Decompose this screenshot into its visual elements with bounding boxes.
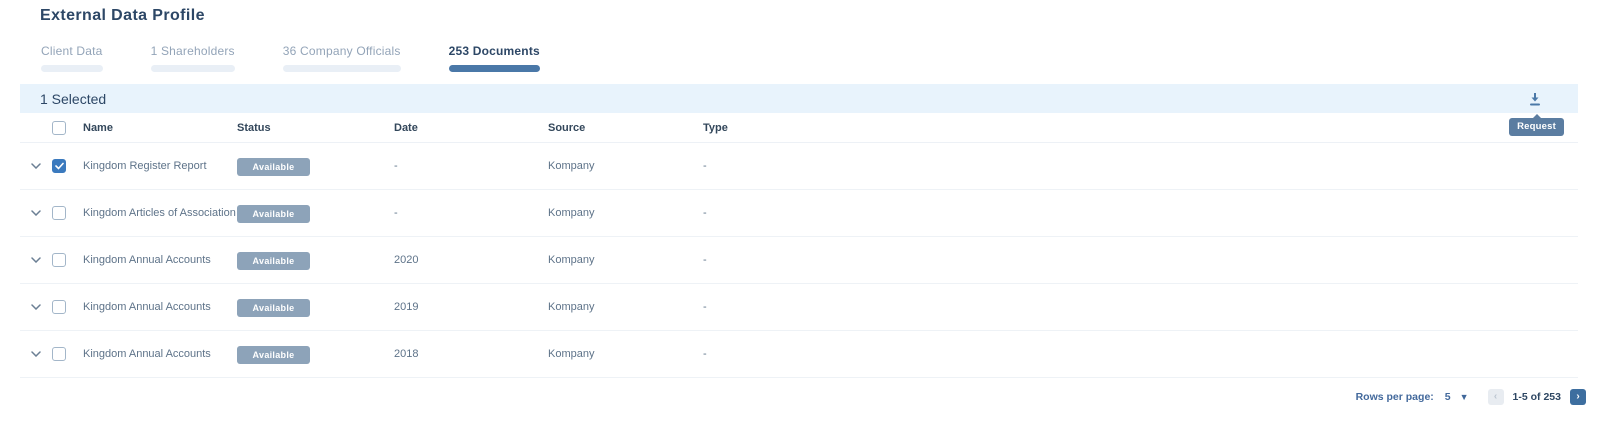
row-checkbox[interactable] [52,253,66,267]
row-checkbox[interactable] [52,206,66,220]
tab-shareholders[interactable]: 1 Shareholders [133,44,253,72]
column-header-type: Type [703,122,1578,134]
row-expand-button[interactable] [20,257,52,263]
select-all-checkbox[interactable] [52,121,66,135]
document-date: 2018 [394,348,548,360]
document-date: 2020 [394,254,548,266]
status-cell: Available [237,157,394,176]
page-title: External Data Profile [40,7,1598,25]
chevron-right-icon: › [1576,392,1579,402]
status-cell: Available [237,204,394,223]
row-expand-button[interactable] [20,210,52,216]
tab-label: 36 Company Officials [283,44,401,58]
tab-underline [151,65,235,72]
download-button[interactable] [1524,88,1546,110]
tab-underline [449,65,540,72]
chevron-down-icon [31,351,41,357]
status-badge: Available [237,346,310,364]
status-cell: Available [237,298,394,317]
document-source: Kompany [548,207,703,219]
document-source: Kompany [548,348,703,360]
tab-bar: Client Data 1 Shareholders 36 Company Of… [23,44,1598,72]
tab-underline [41,65,103,72]
status-cell: Available [237,251,394,270]
tab-underline [283,65,401,72]
document-date: 2019 [394,301,548,313]
table-header-row: Name Status Date Source Type [20,113,1578,143]
column-header-status: Status [237,122,394,134]
chevron-down-icon [31,163,41,169]
document-type: - [703,207,1578,219]
document-date: - [394,207,548,219]
download-icon [1528,92,1542,107]
document-name: Kingdom Register Report [83,160,237,172]
chevron-down-icon [31,210,41,216]
row-expand-button[interactable] [20,351,52,357]
check-icon [55,162,64,170]
table-row: Kingdom Annual Accounts Available 2018 K… [20,331,1578,378]
chevron-down-icon[interactable]: ▼ [1460,392,1469,402]
document-date: - [394,160,548,172]
next-page-button[interactable]: › [1570,389,1586,405]
rows-per-page-value[interactable]: 5 [1445,391,1451,403]
previous-page-button[interactable]: ‹ [1488,389,1504,405]
row-expand-button[interactable] [20,304,52,310]
column-header-date: Date [394,122,548,134]
tab-label: 1 Shareholders [151,44,235,58]
tab-label: Client Data [41,44,103,58]
row-checkbox[interactable] [52,300,66,314]
row-expand-button[interactable] [20,163,52,169]
status-badge: Available [237,299,310,317]
tab-company-officials[interactable]: 36 Company Officials [265,44,419,72]
document-source: Kompany [548,301,703,313]
tab-label: 253 Documents [449,44,540,58]
table-row: Kingdom Annual Accounts Available 2019 K… [20,284,1578,331]
document-type: - [703,160,1578,172]
document-type: - [703,301,1578,313]
pagination-bar: Rows per page: 5 ▼ ‹ 1-5 of 253 › [0,389,1586,405]
status-cell: Available [237,345,394,364]
row-checkbox[interactable] [52,347,66,361]
table-row: Kingdom Articles of Association Availabl… [20,190,1578,237]
chevron-down-icon [31,304,41,310]
status-badge: Available [237,158,310,176]
tab-client-data[interactable]: Client Data [23,44,121,72]
row-checkbox[interactable] [52,159,66,173]
status-badge: Available [237,205,310,223]
document-type: - [703,254,1578,266]
status-badge: Available [237,252,310,270]
table-body: Kingdom Register Report Available - Komp… [0,143,1598,378]
document-name: Kingdom Annual Accounts [83,301,237,313]
table-row: Kingdom Register Report Available - Komp… [20,143,1578,190]
chevron-down-icon [31,257,41,263]
document-name: Kingdom Articles of Association [83,207,237,219]
document-source: Kompany [548,254,703,266]
request-tooltip: Request [1509,118,1564,136]
document-source: Kompany [548,160,703,172]
column-header-source: Source [548,122,703,134]
document-name: Kingdom Annual Accounts [83,254,237,266]
document-name: Kingdom Annual Accounts [83,348,237,360]
tab-documents[interactable]: 253 Documents [431,44,558,72]
column-header-name: Name [83,122,237,134]
chevron-left-icon: ‹ [1494,392,1497,402]
selected-count: 1 Selected [40,91,106,107]
document-type: - [703,348,1578,360]
table-row: Kingdom Annual Accounts Available 2020 K… [20,237,1578,284]
rows-per-page-label: Rows per page: [1356,391,1434,403]
selection-bar: 1 Selected Request [20,84,1578,113]
pagination-range: 1-5 of 253 [1513,391,1561,403]
